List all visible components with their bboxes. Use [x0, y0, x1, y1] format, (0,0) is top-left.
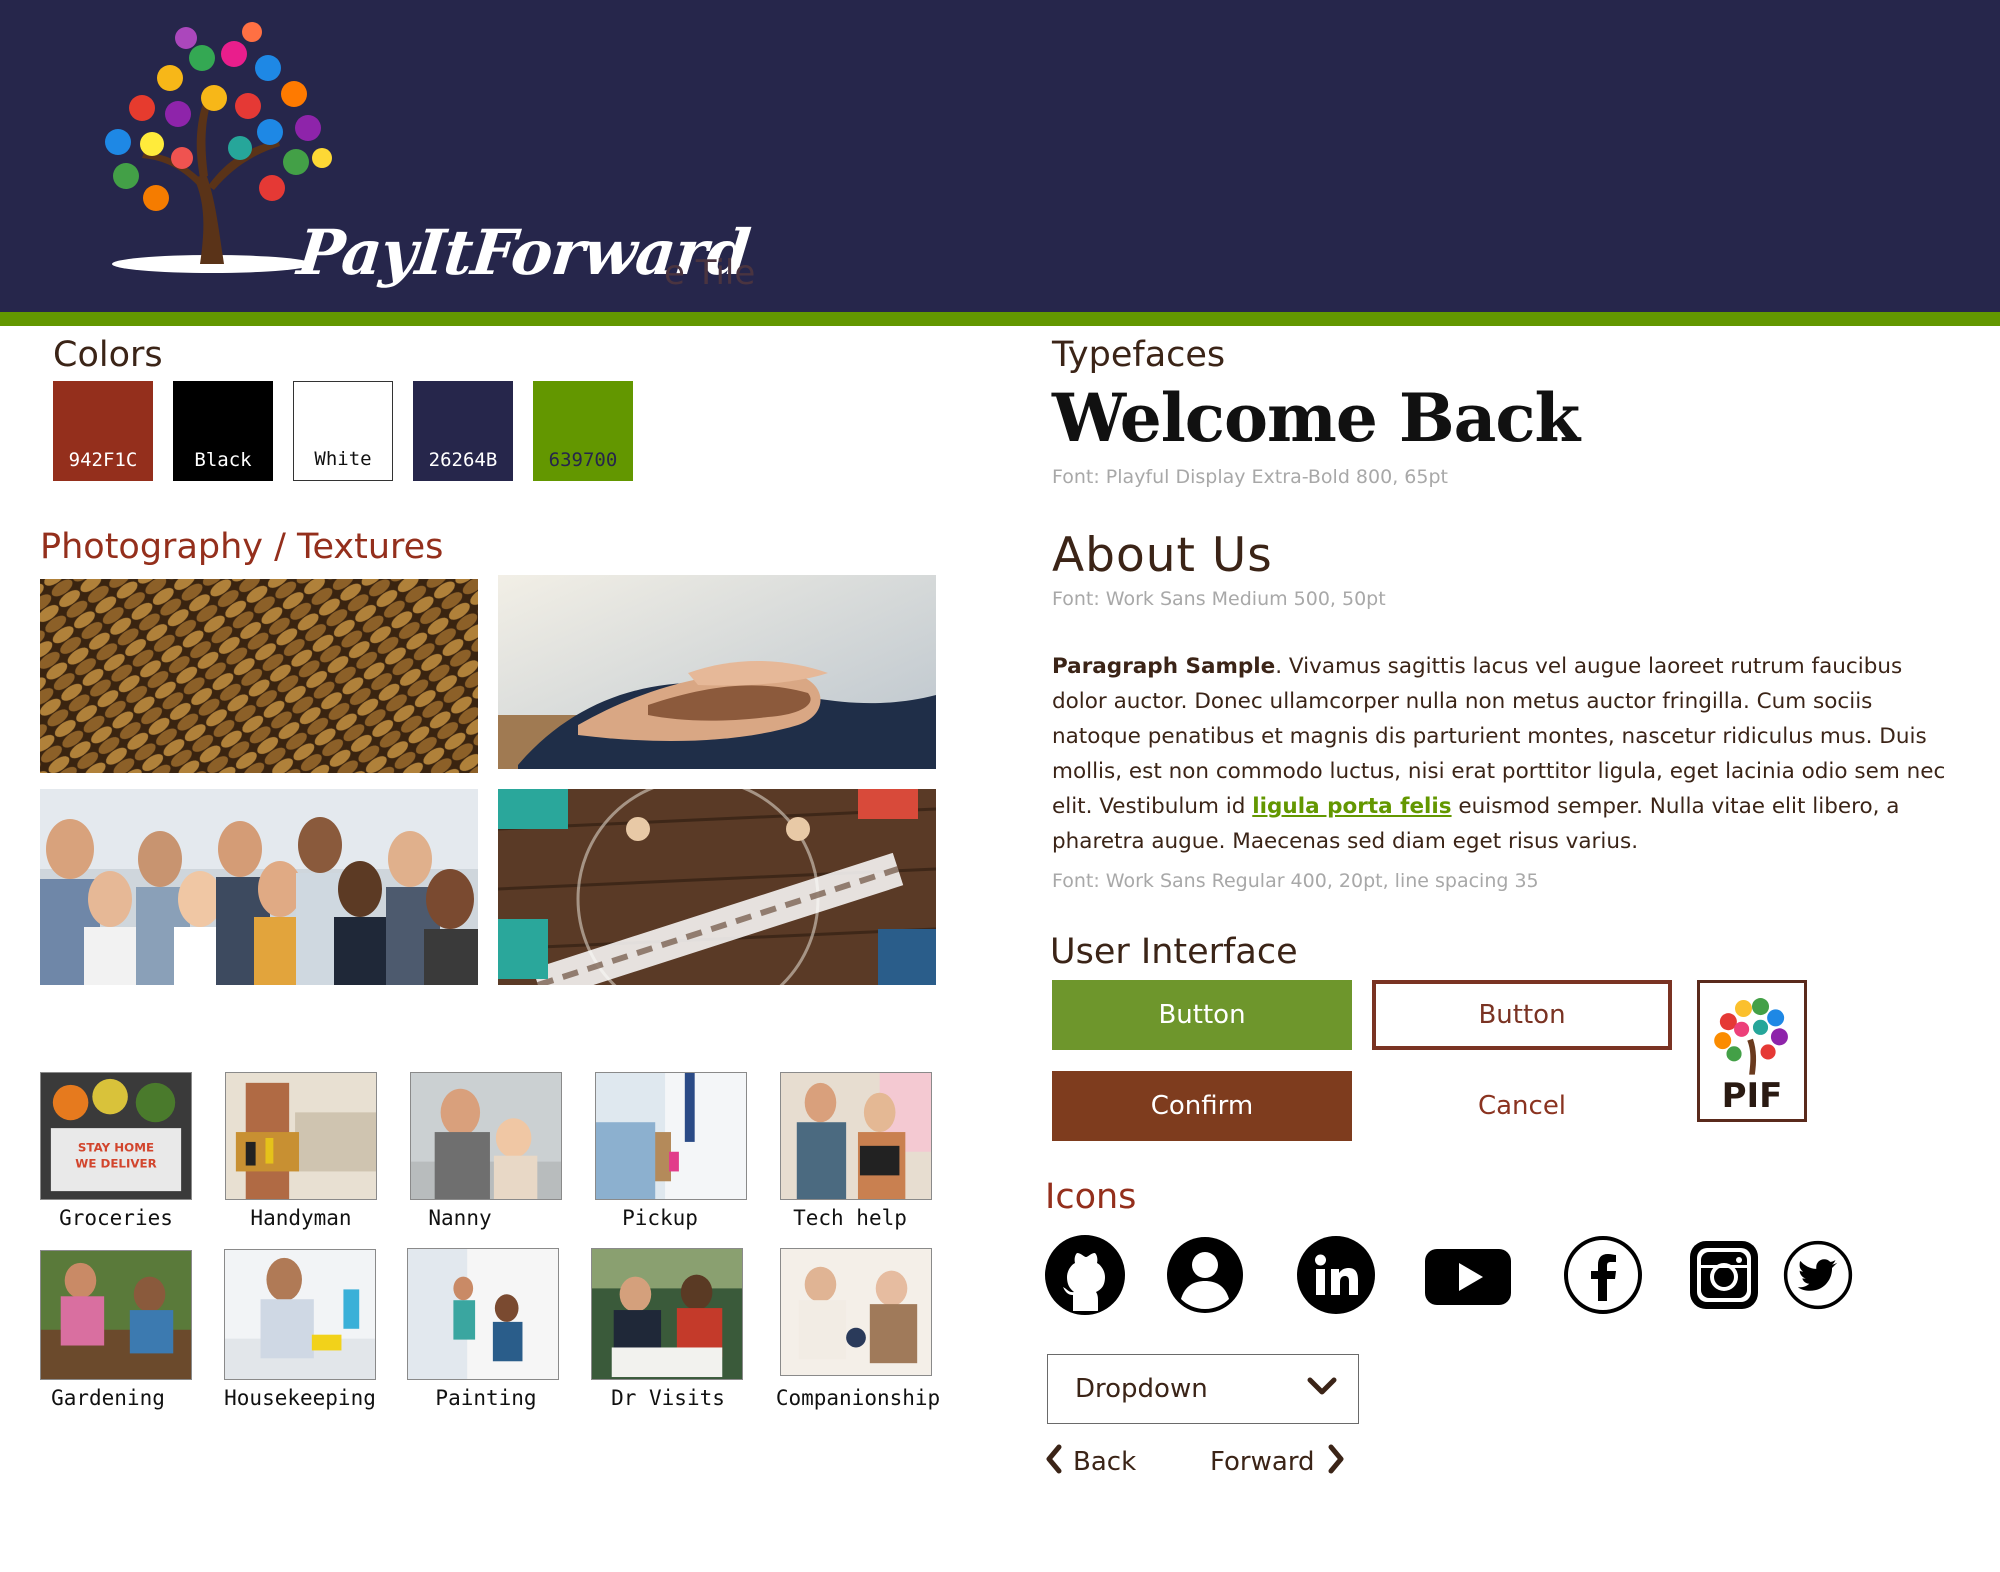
display-font-sample: Welcome Back [1052, 379, 1580, 457]
service-thumb-nanny[interactable] [410, 1072, 562, 1200]
confirm-button[interactable]: Confirm [1052, 1071, 1352, 1141]
color-swatch-green: 639700 [533, 381, 633, 481]
service-label-nanny: Nanny [428, 1206, 492, 1230]
paragraph-font-note: Font: Work Sans Regular 400, 20pt, line … [1052, 870, 1539, 892]
photo-group-of-people [40, 789, 478, 985]
photo-community-table [498, 789, 936, 985]
service-thumb-companionship[interactable] [780, 1248, 932, 1376]
colors-heading: Colors [53, 335, 163, 375]
paragraph-lead: Paragraph Sample [1052, 654, 1276, 679]
user-interface-heading: User Interface [1050, 932, 1298, 972]
chevron-left-icon [1045, 1444, 1063, 1479]
paragraph-link[interactable]: ligula porta felis [1252, 794, 1451, 819]
user-profile-icon[interactable] [1165, 1235, 1245, 1315]
service-thumb-pickup[interactable] [595, 1072, 747, 1200]
forward-link[interactable]: Forward [1210, 1444, 1345, 1479]
photography-heading: Photography / Textures [40, 527, 444, 567]
forward-label: Forward [1210, 1446, 1315, 1477]
icons-heading: Icons [1045, 1177, 1137, 1217]
color-swatch-white: White [293, 381, 393, 481]
service-label-painting: Painting [435, 1386, 537, 1410]
chevron-right-icon [1327, 1444, 1345, 1479]
color-swatch-black: Black [173, 381, 273, 481]
service-thumb-handyman[interactable] [225, 1072, 377, 1200]
service-label-dr-visits: Dr Visits [611, 1386, 725, 1410]
back-link[interactable]: Back [1045, 1444, 1136, 1479]
linkedin-icon[interactable] [1296, 1235, 1376, 1315]
service-label-groceries: Groceries [59, 1206, 173, 1230]
texture-photo-burlap [40, 579, 478, 773]
svg-text:WE DELIVER: WE DELIVER [75, 1157, 156, 1171]
service-label-tech-help: Tech help [793, 1206, 907, 1230]
heading-font-note: Font: Work Sans Medium 500, 50pt [1052, 588, 1386, 610]
github-icon[interactable] [1045, 1235, 1125, 1315]
svg-text:STAY HOME: STAY HOME [78, 1141, 154, 1155]
color-swatch-navy: 26264B [413, 381, 513, 481]
dropdown-value: Dropdown [1075, 1374, 1208, 1404]
secondary-outline-button[interactable]: Button [1372, 980, 1672, 1050]
service-thumb-groceries[interactable]: STAY HOME WE DELIVER [40, 1072, 192, 1200]
service-thumb-dr-visits[interactable] [591, 1248, 743, 1380]
heading-font-sample: About Us [1052, 528, 1273, 583]
pif-app-logo-icon: PIF [1697, 980, 1807, 1122]
dropdown-select[interactable]: Dropdown [1047, 1354, 1359, 1424]
service-label-pickup: Pickup [622, 1206, 698, 1230]
service-label-housekeeping: Housekeeping [224, 1386, 376, 1410]
service-thumb-housekeeping[interactable] [224, 1249, 376, 1380]
youtube-icon[interactable] [1423, 1235, 1513, 1315]
photo-holding-hands [498, 575, 936, 769]
svg-text:PIF: PIF [1722, 1076, 1783, 1116]
service-thumb-painting[interactable] [407, 1248, 559, 1380]
display-font-note: Font: Playful Display Extra-Bold 800, 65… [1052, 466, 1448, 488]
service-thumb-tech-help[interactable] [780, 1072, 932, 1200]
header-ghost-text: e Tile [664, 253, 756, 293]
header-accent-stripe [0, 312, 2000, 326]
primary-button[interactable]: Button [1052, 980, 1352, 1050]
twitter-icon[interactable] [1783, 1240, 1853, 1310]
back-label: Back [1073, 1446, 1137, 1477]
color-swatch-rust: 942F1C [53, 381, 153, 481]
service-thumb-gardening[interactable] [40, 1250, 192, 1380]
service-label-companionship: Companionship [775, 1386, 941, 1410]
chevron-down-icon [1306, 1374, 1338, 1404]
paragraph-sample: Paragraph Sample. Vivamus sagittis lacus… [1052, 649, 1952, 859]
service-label-handyman: Handyman [250, 1206, 352, 1230]
instagram-icon[interactable] [1684, 1235, 1764, 1315]
service-label-gardening: Gardening [51, 1386, 165, 1410]
cancel-button[interactable]: Cancel [1372, 1071, 1672, 1141]
typefaces-heading: Typefaces [1052, 335, 1226, 375]
facebook-icon[interactable] [1563, 1235, 1643, 1315]
